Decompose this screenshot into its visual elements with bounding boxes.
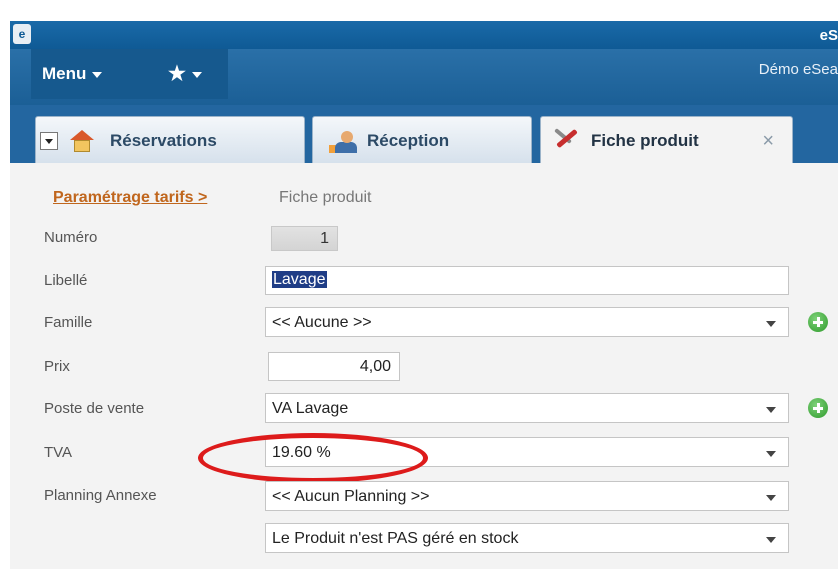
tab-strip: Réservations Réception Fiche produit × xyxy=(10,105,838,163)
favorites-button[interactable]: ★ xyxy=(152,49,228,99)
highlight-ellipse xyxy=(198,433,428,483)
close-icon[interactable]: × xyxy=(762,130,774,153)
chevron-down-icon xyxy=(191,71,202,78)
prix-value: 4,00 xyxy=(359,358,391,375)
star-icon: ★ xyxy=(168,63,186,85)
numero-field: 1 xyxy=(271,226,338,251)
chevron-down-icon xyxy=(766,321,776,327)
tab-fiche-produit[interactable]: Fiche produit × xyxy=(540,116,793,163)
app-window: e eS Menu ★ Démo eSea Réservations Récep… xyxy=(0,0,838,569)
poste-value: VA Lavage xyxy=(272,400,349,417)
menu-label: Menu xyxy=(42,64,87,83)
tab-label: Réservations xyxy=(110,131,217,150)
tab-reception[interactable]: Réception xyxy=(312,116,532,163)
home-icon xyxy=(70,130,94,152)
planning-select[interactable]: << Aucun Planning >> xyxy=(265,481,789,511)
poste-select[interactable]: VA Lavage xyxy=(265,393,789,423)
chevron-down-icon xyxy=(92,71,103,78)
libelle-label: Libellé xyxy=(44,272,88,289)
add-famille-button[interactable] xyxy=(808,312,828,332)
tools-icon xyxy=(551,126,581,152)
chevron-down-icon xyxy=(766,495,776,501)
demo-label: Démo eSea xyxy=(758,61,838,78)
menu-button[interactable]: Menu xyxy=(31,49,152,99)
stock-value: Le Produit n'est PAS géré en stock xyxy=(272,530,519,547)
prix-input[interactable]: 4,00 xyxy=(268,352,400,381)
planning-label: Planning Annexe xyxy=(44,487,157,504)
prix-label: Prix xyxy=(44,358,70,375)
menu-bar: Menu ★ Démo eSea xyxy=(10,49,838,105)
libelle-input[interactable]: Lavage xyxy=(265,266,789,295)
tab-label: Fiche produit xyxy=(591,131,699,150)
tab-reservations[interactable]: Réservations xyxy=(35,116,305,163)
chevron-down-icon xyxy=(766,407,776,413)
reception-icon xyxy=(329,129,357,153)
add-poste-button[interactable] xyxy=(808,398,828,418)
libelle-value: Lavage xyxy=(272,271,327,288)
tab-list-dropdown[interactable] xyxy=(40,132,58,150)
numero-label: Numéro xyxy=(44,229,98,246)
breadcrumb-link[interactable]: Paramétrage tarifs > xyxy=(53,189,207,207)
chevron-down-icon xyxy=(766,537,776,543)
tva-label: TVA xyxy=(44,444,73,461)
app-icon: e xyxy=(13,24,31,44)
poste-label: Poste de vente xyxy=(44,400,145,417)
planning-value: << Aucun Planning >> xyxy=(272,488,430,505)
chevron-down-icon xyxy=(766,451,776,457)
breadcrumb-current: Fiche produit xyxy=(279,189,372,206)
stock-select[interactable]: Le Produit n'est PAS géré en stock xyxy=(265,523,789,553)
famille-value: << Aucune >> xyxy=(272,314,372,331)
tab-label: Réception xyxy=(367,131,450,150)
title-bar: e eS xyxy=(10,21,838,49)
famille-select[interactable]: << Aucune >> xyxy=(265,307,789,337)
app-title: eS xyxy=(819,27,838,44)
famille-label: Famille xyxy=(44,314,93,331)
